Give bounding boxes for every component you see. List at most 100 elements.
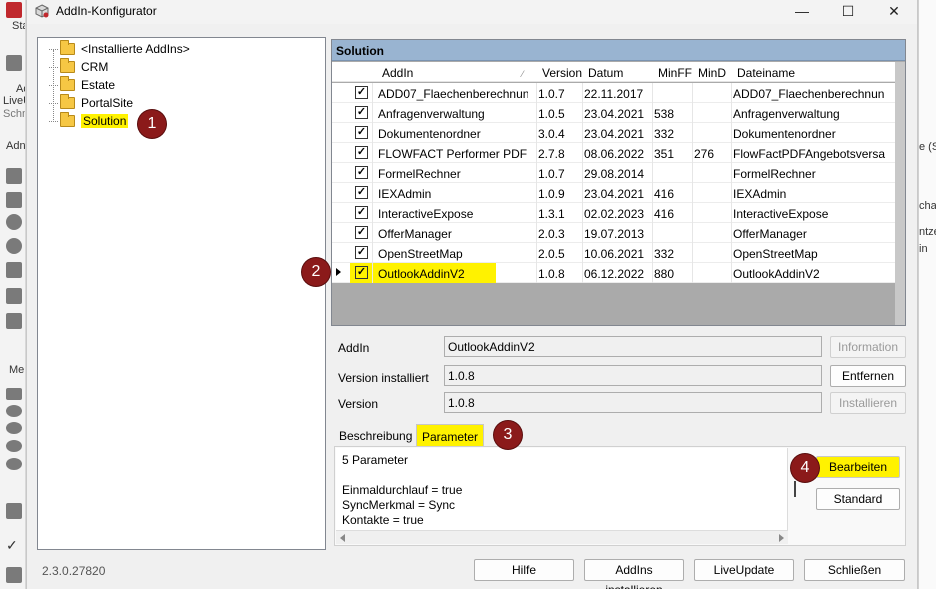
cell-datum: 08.06.2022 xyxy=(584,147,645,161)
grid-separator xyxy=(372,223,373,243)
doc-icon xyxy=(6,388,22,400)
cell-version: 1.0.7 xyxy=(538,167,565,181)
grid-caption: Solution xyxy=(332,40,905,61)
cell-addin: OpenStreetMap xyxy=(378,247,463,261)
table-row[interactable]: ✓ FormelRechner 1.0.7 29.08.2014 FormelRechn… xyxy=(332,163,895,183)
grid-separator xyxy=(536,123,537,143)
information-button[interactable]: Information xyxy=(830,336,906,358)
table-row[interactable]: ✓ FLOWFACT Performer PDF A 2.7.8 08.06.2022… xyxy=(332,143,895,163)
cell-dateiname: OpenStreetMap xyxy=(733,247,818,261)
enabled-checkbox[interactable]: ✓ xyxy=(355,86,368,99)
tab-description[interactable]: Beschreibung xyxy=(334,424,417,448)
cell-version: 1.3.1 xyxy=(538,207,565,221)
column-header-minff[interactable]: MinFF xyxy=(658,66,692,80)
tree-item-portalsite[interactable]: PortalSite xyxy=(49,94,133,112)
enabled-checkbox[interactable]: ✓ xyxy=(355,226,368,239)
enabled-checkbox[interactable]: ✓ xyxy=(355,246,368,259)
column-header-addin[interactable]: AddIn xyxy=(382,66,413,80)
cell-addin: OfferManager xyxy=(378,227,452,241)
scroll-left-icon[interactable] xyxy=(340,534,345,542)
enabled-checkbox[interactable]: ✓ xyxy=(355,166,368,179)
cell-dateiname: FormelRechner xyxy=(733,167,816,181)
cell-version: 1.0.5 xyxy=(538,107,565,121)
help-button[interactable]: Hilfe xyxy=(474,559,574,581)
close-window-button[interactable]: ✕ xyxy=(871,0,917,24)
window-title: AddIn-Konfigurator xyxy=(56,4,157,18)
cell-dateiname: InteractiveExpose xyxy=(733,207,829,221)
grid-separator xyxy=(731,123,732,143)
column-header-mind[interactable]: MinD xyxy=(698,66,726,80)
user-icon xyxy=(6,422,22,434)
parameter-text[interactable]: 5 Parameter Einmaldurchlauf = true SyncM… xyxy=(336,448,788,530)
tree-item-installed[interactable]: <Installierte AddIns> xyxy=(49,40,190,58)
cell-datum: 06.12.2022 xyxy=(584,267,645,281)
table-row[interactable]: ✓ InteractiveExpose 1.3.1 02.02.2023 416 Inte… xyxy=(332,203,895,223)
maximize-button[interactable]: ☐ xyxy=(825,0,871,24)
version-field[interactable]: 1.0.8 xyxy=(444,392,822,413)
grid-separator xyxy=(372,143,373,163)
addin-name-field[interactable]: OutlookAddinV2 xyxy=(444,336,822,357)
minimize-button[interactable]: — xyxy=(779,0,825,24)
tab-parameter[interactable]: Parameter xyxy=(416,424,485,448)
table-row[interactable]: ✓ OfferManager 2.0.3 19.07.2013 OfferManager xyxy=(332,223,895,243)
table-row[interactable]: ✓ OpenStreetMap 2.0.5 10.06.2021 332 OpenStre… xyxy=(332,243,895,263)
bg-text: Adn xyxy=(6,140,26,152)
cell-minff: 416 xyxy=(654,187,675,201)
row-pointer-icon xyxy=(336,268,341,276)
user-icon xyxy=(6,458,22,470)
grid-separator xyxy=(372,263,373,283)
cell-addin: Anfragenverwaltung xyxy=(378,107,485,121)
bg-text: in xyxy=(919,243,928,255)
installed-version-label: Version installiert xyxy=(338,371,429,385)
tree-item-estate[interactable]: Estate xyxy=(49,76,115,94)
cell-version: 2.0.5 xyxy=(538,247,565,261)
table-row[interactable]: ✓ Dokumentenordner 3.0.4 23.04.2021 332 Dokum… xyxy=(332,123,895,143)
grid-separator xyxy=(582,263,583,283)
addin-category-tree[interactable]: <Installierte AddIns> CRM Estate PortalS… xyxy=(37,37,326,550)
liveupdate-button[interactable]: LiveUpdate xyxy=(694,559,794,581)
close-button[interactable]: Schließen xyxy=(804,559,905,581)
install-addins-button[interactable]: AddIns installieren xyxy=(584,559,684,589)
edit-parameters-button[interactable]: Bearbeiten xyxy=(816,456,900,478)
grid-vertical-scrollbar[interactable] xyxy=(895,62,905,325)
enabled-checkbox[interactable]: ✓ xyxy=(355,186,368,199)
nav-icon xyxy=(6,192,22,208)
cell-dateiname: OfferManager xyxy=(733,227,807,241)
tree-item-solution[interactable]: Solution xyxy=(49,112,129,130)
bg-text: Schn xyxy=(3,108,26,120)
enabled-checkbox[interactable]: ✓ xyxy=(355,146,368,159)
callout-badge-3: 3 xyxy=(494,421,522,449)
column-header-dateiname[interactable]: Dateiname xyxy=(737,66,795,80)
cell-version: 1.0.7 xyxy=(538,87,565,101)
enabled-checkbox[interactable]: ✓ xyxy=(355,206,368,219)
column-header-datum[interactable]: Datum xyxy=(588,66,623,80)
enabled-checkbox[interactable]: ✓ xyxy=(355,126,368,139)
cell-datum: 22.11.2017 xyxy=(584,87,644,101)
tree-item-label: Solution xyxy=(81,114,129,128)
grid-rows: ✓ ADD07_Flaechenberechnun 1.0.7 22.11.2017 A… xyxy=(332,83,895,283)
user-icon xyxy=(6,440,22,452)
remove-button[interactable]: Entfernen xyxy=(830,365,906,387)
table-row[interactable]: ✓ IEXAdmin 1.0.9 23.04.2021 416 IEXAdmin xyxy=(332,183,895,203)
tree-item-crm[interactable]: CRM xyxy=(49,58,108,76)
table-row[interactable]: ✓ OutlookAddinV2 1.0.8 06.12.2022 880 Outlook… xyxy=(332,263,895,283)
column-header-version[interactable]: Version xyxy=(542,66,582,80)
tree-item-label: CRM xyxy=(81,60,109,74)
edit-icon xyxy=(6,288,22,304)
install-button[interactable]: Installieren xyxy=(830,392,906,414)
enabled-checkbox[interactable]: ✓ xyxy=(355,106,368,119)
scroll-right-icon[interactable] xyxy=(779,534,784,542)
cell-version: 1.0.8 xyxy=(538,267,565,281)
gear-icon xyxy=(6,405,22,417)
enabled-checkbox[interactable]: ✓ xyxy=(355,266,368,279)
grid-separator xyxy=(372,103,373,123)
version-label: Version xyxy=(338,397,379,411)
grid-separator xyxy=(536,203,537,223)
cell-minff: 332 xyxy=(654,247,675,261)
table-row[interactable]: ✓ ADD07_Flaechenberechnun 1.0.7 22.11.2017 A… xyxy=(332,83,895,103)
installed-version-field[interactable]: 1.0.8 xyxy=(444,365,822,386)
parameter-horizontal-scrollbar[interactable] xyxy=(336,530,788,544)
default-parameters-button[interactable]: Standard xyxy=(816,488,900,510)
table-row[interactable]: ✓ Anfragenverwaltung 1.0.5 23.04.2021 538 Anf… xyxy=(332,103,895,123)
tree-item-label: <Installierte AddIns> xyxy=(81,42,190,56)
